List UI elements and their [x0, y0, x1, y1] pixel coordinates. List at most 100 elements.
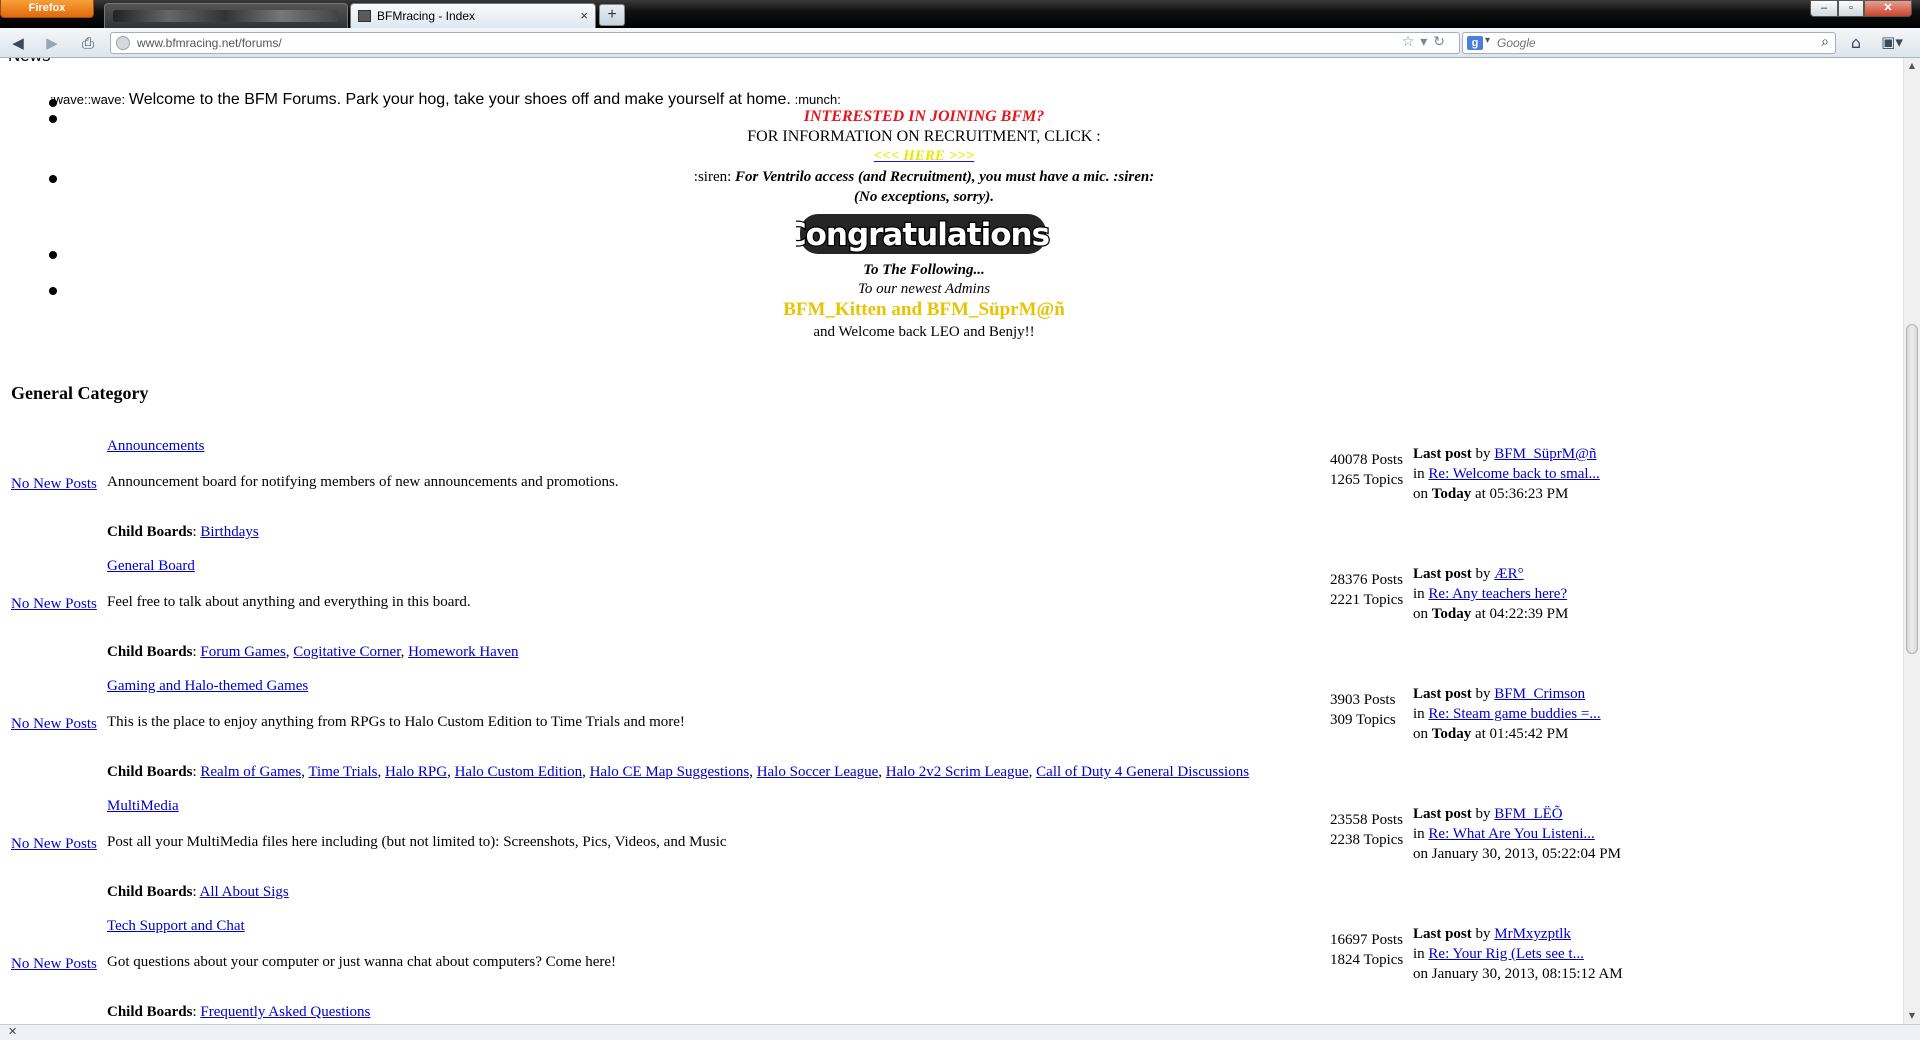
minimize-button[interactable]: – [1810, 0, 1838, 17]
last-post-author-link[interactable]: MrMxyzptlk [1494, 926, 1571, 942]
last-post-author-link[interactable]: ÆR° [1494, 566, 1523, 582]
board-description: Post all your MultiMedia files here incl… [107, 834, 727, 850]
board-name-link[interactable]: Gaming and Halo-themed Games [107, 678, 308, 695]
site-identity-icon[interactable] [116, 36, 130, 50]
last-post-topic-link[interactable]: Re: Steam game buddies =... [1428, 706, 1600, 722]
tab-active[interactable]: BFMracing - Index × [350, 3, 596, 28]
last-post-time: January 30, 2013, 05:22:04 PM [1431, 846, 1621, 862]
child-board-link[interactable]: Frequently Asked Questions [200, 1004, 370, 1020]
child-board-link[interactable]: Halo RPG [385, 764, 447, 780]
child-board-link[interactable]: Realm of Games [200, 764, 301, 780]
last-post-author-link[interactable]: BFM_Crimson [1494, 686, 1585, 702]
board-description: Feel free to talk about anything and eve… [107, 594, 471, 610]
board-row: MultiMedia No New Posts Post all your Mult… [0, 798, 1903, 918]
last-post-time: at 01:45:42 PM [1474, 726, 1569, 742]
board-row: Tech Support and Chat No New Posts Got que… [0, 918, 1903, 1024]
board-name-link[interactable]: Announcements [107, 438, 204, 455]
last-post-author-link[interactable]: BFM_SüprM@ñ [1494, 446, 1596, 462]
url-bar[interactable]: www.bfmracing.net/forums/ ☆▾↻ [110, 32, 1460, 54]
favicon-icon [358, 10, 371, 22]
maximize-button[interactable]: ▫ [1838, 0, 1864, 17]
category-title: General Category [11, 383, 149, 403]
bookmarks-menu-icon[interactable]: ▣▾ [1876, 33, 1908, 53]
new-tab-button[interactable]: + [599, 4, 625, 26]
scrollbar-thumb[interactable] [1906, 324, 1918, 654]
last-post-author-link[interactable]: BFM_LËÕ [1494, 806, 1562, 822]
svg-text:Congratulations!: Congratulations! [796, 217, 1050, 253]
last-post-label: Last post [1413, 446, 1472, 462]
child-board-link[interactable]: Halo Soccer League [757, 764, 879, 780]
by-label: by [1475, 806, 1491, 822]
last-post-info: Last post by BFM_SüprM@ñ in Re: Welcome b… [1413, 444, 1600, 504]
close-window-button[interactable]: ✕ [1864, 0, 1912, 17]
search-input[interactable] [1497, 34, 1797, 52]
last-post-topic-link[interactable]: Re: What Are You Listeni... [1428, 826, 1594, 842]
child-boards: Child Boards: Forum Games, Cogitative Co… [107, 644, 519, 660]
child-boards-label: Child Boards [107, 1004, 193, 1020]
bookmark-star-icon[interactable]: ☆▾↻ [1402, 34, 1451, 50]
recruit-here-link[interactable]: <<< HERE >>> [874, 148, 974, 164]
board-name-link[interactable]: Tech Support and Chat [107, 918, 245, 935]
vertical-scrollbar[interactable]: ▲ ▼ [1903, 58, 1920, 1024]
no-new-posts-link[interactable]: No New Posts [11, 596, 97, 613]
tab-close-icon[interactable]: × [580, 4, 588, 28]
search-icon[interactable]: ⌕ [1821, 34, 1829, 50]
search-bar[interactable]: g ▾ ⌕ [1462, 32, 1836, 54]
child-board-link[interactable]: Halo 2v2 Scrim League [886, 764, 1029, 780]
topic-count: 309 Topics [1330, 712, 1396, 728]
last-post-topic-link[interactable]: Re: Any teachers here? [1428, 586, 1567, 602]
chevron-down-icon[interactable]: ▾ [1485, 35, 1490, 46]
print-icon[interactable]: ⎙ [76, 33, 100, 53]
back-arrow-icon[interactable]: ◀ [6, 33, 30, 53]
child-board-link[interactable]: Call of Duty 4 General Discussions [1036, 764, 1249, 780]
board-stats: 28376 Posts 2221 Topics [1330, 570, 1403, 610]
welcome-text: Welcome to the BFM Forums. Park your hog… [128, 91, 791, 108]
child-boards-label: Child Boards [107, 644, 193, 660]
recruit-heading: INTERESTED IN JOINING BFM? [803, 108, 1045, 125]
firefox-menu-button[interactable]: Firefox [0, 0, 94, 18]
child-board-link[interactable]: Halo Custom Edition [455, 764, 583, 780]
child-board-link[interactable]: Halo CE Map Suggestions [590, 764, 750, 780]
child-board-link[interactable]: All About Sigs [200, 884, 289, 900]
on-label: on [1413, 846, 1428, 862]
child-board-link[interactable]: Time Trials [308, 764, 377, 780]
no-new-posts-link[interactable]: No New Posts [11, 836, 97, 853]
congratulations-banner: Congratulations! [796, 214, 1050, 254]
last-post-time: at 05:36:23 PM [1474, 486, 1569, 502]
last-post-label: Last post [1413, 806, 1472, 822]
child-board-link[interactable]: Forum Games [200, 644, 285, 660]
child-boards-label: Child Boards [107, 764, 193, 780]
status-bar: ✕ [0, 1024, 1920, 1040]
by-label: by [1475, 686, 1491, 702]
last-post-time: at 04:22:39 PM [1474, 606, 1569, 622]
tab-background[interactable] [104, 3, 348, 28]
navigation-toolbar: ◀ ▶ ⎙ www.bfmracing.net/forums/ ☆▾↻ g ▾ … [0, 28, 1920, 58]
child-board-link[interactable]: Cogitative Corner [293, 644, 400, 660]
last-post-topic-link[interactable]: Re: Welcome back to smal... [1428, 466, 1599, 482]
no-new-posts-link[interactable]: No New Posts [11, 956, 97, 973]
board-stats: 23558 Posts 2238 Topics [1330, 810, 1403, 850]
board-name-link[interactable]: MultiMedia [107, 798, 179, 815]
last-post-topic-link[interactable]: Re: Your Rig (Lets see t... [1428, 946, 1583, 962]
board-name-link[interactable]: General Board [107, 558, 195, 575]
forward-arrow-icon[interactable]: ▶ [40, 33, 64, 53]
post-count: 3903 Posts [1330, 692, 1396, 708]
child-board-link[interactable]: Homework Haven [408, 644, 518, 660]
last-post-label: Last post [1413, 566, 1472, 582]
topic-count: 1824 Topics [1330, 952, 1404, 968]
news-item-welcome: :wave::wave: Welcome to the BFM Forums. … [50, 91, 841, 109]
close-icon[interactable]: ✕ [8, 1025, 17, 1038]
child-board-link[interactable]: Birthdays [200, 524, 258, 540]
home-icon[interactable]: ⌂ [1844, 33, 1868, 53]
board-description: Announcement board for notifying members… [107, 474, 619, 490]
child-boards: Child Boards: Birthdays [107, 524, 259, 540]
scroll-up-icon[interactable]: ▲ [1904, 58, 1920, 74]
google-icon[interactable]: g [1467, 36, 1483, 50]
scroll-down-icon[interactable]: ▼ [1904, 1008, 1920, 1024]
in-label: in [1413, 706, 1425, 722]
board-row: Gaming and Halo-themed Games No New Posts… [0, 678, 1903, 798]
tab-title-blurred [113, 10, 338, 22]
no-new-posts-link[interactable]: No New Posts [11, 716, 97, 733]
no-new-posts-link[interactable]: No New Posts [11, 476, 97, 493]
url-text[interactable]: www.bfmracing.net/forums/ [137, 36, 282, 50]
